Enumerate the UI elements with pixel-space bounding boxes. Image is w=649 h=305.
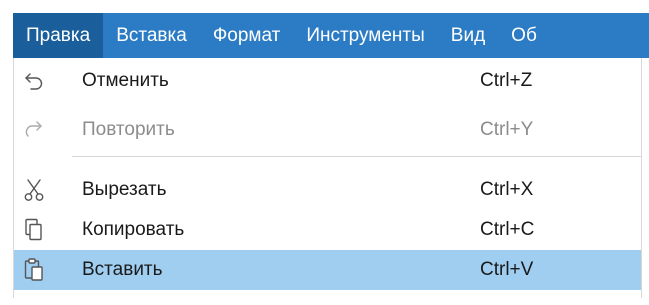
menu-edit[interactable]: Правка [13,13,104,58]
undo-shortcut: Ctrl+Z [480,70,533,91]
copy-icon [23,218,45,242]
undo-label: Отменить [82,70,169,91]
menu-tools[interactable]: Инструменты [293,13,437,58]
menu-truncated[interactable]: Об [498,13,550,58]
menu-item-undo[interactable]: Отменить Ctrl+Z [14,61,641,101]
redo-icon [23,118,45,142]
redo-shortcut: Ctrl+Y [480,119,534,140]
menu-separator [72,156,641,157]
paste-label: Вставить [82,259,163,280]
menu-item-paste[interactable]: Вставить Ctrl+V [14,250,641,290]
undo-icon [23,69,45,93]
menu-format[interactable]: Формат [200,13,294,58]
editor-window: Правка Вставка Формат Инструменты Вид Об… [0,0,649,305]
menu-item-redo[interactable]: Повторить Ctrl+Y [14,110,641,150]
cut-shortcut: Ctrl+X [480,179,534,200]
menu-bar: Правка Вставка Формат Инструменты Вид Об [13,13,649,58]
scissors-icon [23,178,45,202]
cut-label: Вырезать [82,179,167,200]
paste-shortcut: Ctrl+V [480,259,534,280]
clipboard-paste-icon [23,258,45,282]
menu-item-copy[interactable]: Копировать Ctrl+C [14,210,641,250]
menu-item-cut[interactable]: Вырезать Ctrl+X [14,170,641,210]
copy-label: Копировать [82,219,185,240]
menu-insert[interactable]: Вставка [103,13,200,58]
redo-label: Повторить [82,119,175,140]
copy-shortcut: Ctrl+C [480,219,535,240]
menu-view[interactable]: Вид [438,13,498,58]
edit-menu-dropdown: Отменить Ctrl+Z Повторить Ctrl+Y Вырезат… [13,58,642,298]
